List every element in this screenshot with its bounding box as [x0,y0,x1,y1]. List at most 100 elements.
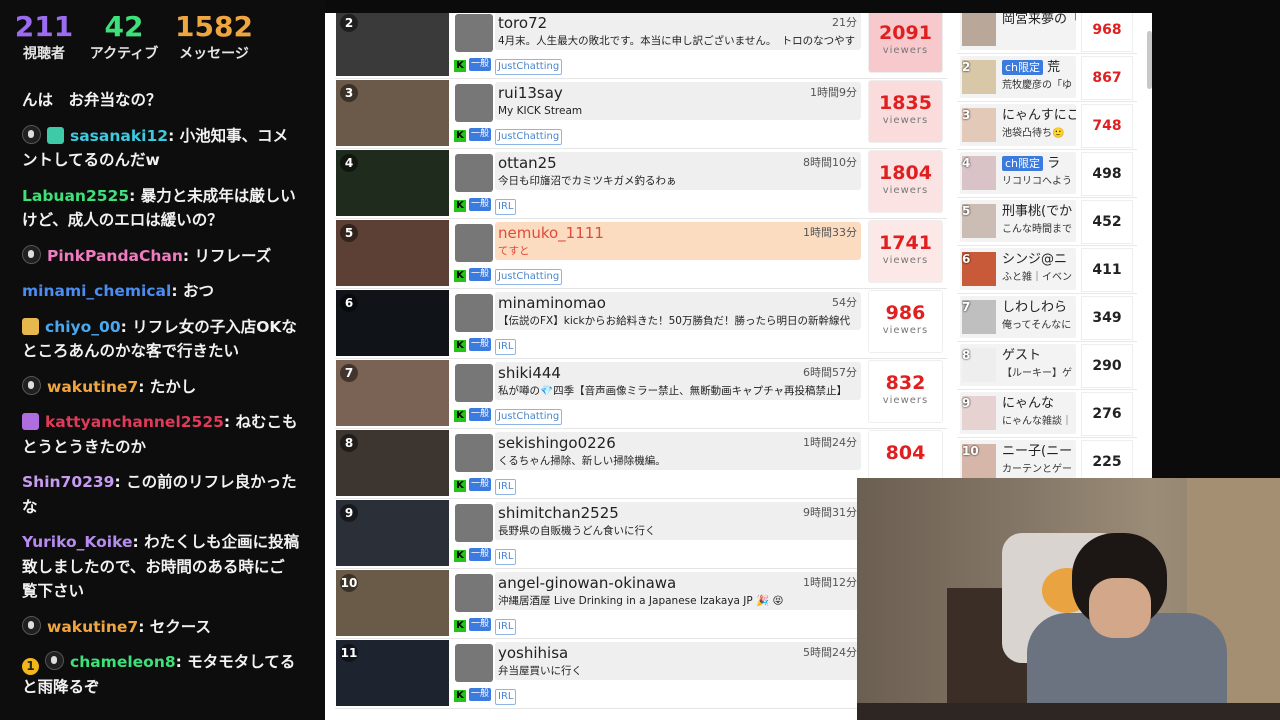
category-tag[interactable]: IRL [495,339,517,355]
ranking-card[interactable]: 4 ch限定 ラリコリコへよう [960,152,1076,194]
chat-username[interactable]: kattyanchannel2525 [45,413,224,431]
streamer-name[interactable]: minaminomao [498,294,606,312]
ranking-card[interactable]: 2 ch限定 荒荒牧慶彦の「ゆ [960,56,1076,98]
stream-row[interactable]: 11 K 一般 yoshihisa 5時間24分 弁当屋買いに行く IRL [335,638,947,709]
stream-info[interactable]: sekishingo0226 1時間24分 くるちゃん掃除、新しい掃除機編。 [495,432,861,470]
chat-username[interactable]: Labuan2525 [22,187,129,205]
stream-thumbnail[interactable]: 10 [336,570,449,636]
stream-info[interactable]: shimitchan2525 9時間31分 長野県の自販機うどん食いに行く [495,502,861,540]
chat-text: : おつ [171,282,214,300]
streamer-avatar[interactable] [455,364,493,402]
stream-row[interactable]: 8 K 一般 sekishingo0226 1時間24分 くるちゃん掃除、新しい掃除機編。… [335,428,947,499]
category-tag[interactable]: IRL [495,199,517,215]
chat-username[interactable]: minami_chemical [22,282,171,300]
streamer-name[interactable]: ottan25 [498,154,557,172]
ranking-card[interactable]: 岡宮来夢の「く [960,13,1076,50]
viewer-count: 1804 [879,162,932,184]
category-tag[interactable]: JustChatting [495,409,563,425]
stream-info[interactable]: rui13say 1時間9分 My KICK Stream [495,82,861,120]
stream-thumbnail[interactable]: 5 [336,220,449,286]
category-tag[interactable]: JustChatting [495,129,563,145]
category-tag[interactable]: IRL [495,479,517,495]
category-tag[interactable]: IRL [495,619,517,635]
stream-info[interactable]: toro72 21分 4月末。人生最大の敗北です。本当に申し訳ございません。 トロの… [495,13,861,50]
stream-thumbnail[interactable]: 8 [336,430,449,496]
chat-username[interactable]: chameleon8 [70,653,176,671]
viewer-label: viewers [882,45,929,56]
stream-thumbnail[interactable]: 6 [336,290,449,356]
streamer-avatar[interactable] [455,504,493,542]
stream-thumbnail[interactable]: 9 [336,500,449,566]
streamer-name[interactable]: shimitchan2525 [498,504,619,522]
ranking-row[interactable]: 6 シンジ@ニ ふと雑｜イベン 411 [957,245,1137,294]
stream-row[interactable]: 10 K 一般 angel-ginowan-okinawa 1時間12分 沖縄居酒屋 Li… [335,568,947,639]
stream-info[interactable]: shiki444 6時間57分 私が噂の💎四季【音声画像ミラー禁止、無断動画キャプチ… [495,362,861,400]
ranking-name: ゲスト [1002,348,1042,363]
streamer-name[interactable]: sekishingo0226 [498,434,616,452]
stream-row[interactable]: 3 K 一般 rui13say 1時間9分 My KICK Stream JustChatt… [335,78,947,149]
category-tag[interactable]: IRL [495,689,517,705]
chat-username[interactable]: Shin70239 [22,473,114,491]
stream-row[interactable]: 7 K 一般 shiki444 6時間57分 私が噂の💎四季【音声画像ミラー禁止、無断動画… [335,358,947,429]
streamer-avatar[interactable] [455,574,493,612]
ranking-row[interactable]: 岡宮来夢の「く 968 [957,13,1137,54]
ranking-card[interactable]: 10 ニー子(ニー カーテンとゲー [960,440,1076,482]
ranking-card[interactable]: 7 しわしわら 俺ってそんなに [960,296,1076,338]
streamer-avatar[interactable] [455,434,493,472]
stream-thumbnail[interactable]: 3 [336,80,449,146]
ranking-card[interactable]: 9 にゃんな にゃんな雑談｜ [960,392,1076,434]
stream-row[interactable]: 5 K 一般 nemuko_1111 1時間33分 てすと JustChatting 1741… [335,218,947,289]
ranking-card[interactable]: 5 刑事桃(でか こんな時間まで [960,200,1076,242]
chat-username[interactable]: Yuriko_Koike [22,533,132,551]
ranking-row[interactable]: 8 ゲスト 【ルーキー】ゲ 290 [957,341,1137,390]
stream-row[interactable]: 4 K 一般 ottan25 8時間10分 今日も印旛沼でカミツキガメ釣るわぁ IRL 180… [335,148,947,219]
stream-row[interactable]: 6 K 一般 minaminomao 54分 【伝説のFX】kickからお給料きた！50万… [335,288,947,359]
stream-info[interactable]: ottan25 8時間10分 今日も印旛沼でカミツキガメ釣るわぁ [495,152,861,190]
streamer-name[interactable]: yoshihisa [498,644,568,662]
streamer-name[interactable]: shiki444 [498,364,561,382]
ranking-row[interactable]: 4 ch限定 ラリコリコへよう 498 [957,149,1137,198]
category-tag[interactable]: JustChatting [495,59,563,75]
chat-text: んは お弁当なの？ [22,91,162,109]
ranking-card[interactable]: 8 ゲスト 【ルーキー】ゲ [960,344,1076,386]
ranking-card[interactable]: 3 にゃんすにこ 池袋凸待ち🙂 [960,104,1076,146]
chat-username[interactable]: chiyo_00 [45,318,121,336]
streamer-avatar[interactable] [455,294,493,332]
ranking-row[interactable]: 3 にゃんすにこ 池袋凸待ち🙂 748 [957,101,1137,150]
stream-info[interactable]: angel-ginowan-okinawa 1時間12分 沖縄居酒屋 Live Dr… [495,572,861,610]
scrollbar[interactable] [1147,31,1152,89]
stream-thumbnail[interactable]: 11 [336,640,449,706]
category-tag[interactable]: IRL [495,549,517,565]
ranking-row[interactable]: 5 刑事桃(でか こんな時間まで 452 [957,197,1137,246]
ranking-card[interactable]: 6 シンジ@ニ ふと雑｜イベン [960,248,1076,290]
streamer-avatar[interactable] [455,644,493,682]
chat-message: wakutine7: セクース [22,615,300,640]
category-tag[interactable]: JustChatting [495,269,563,285]
streamer-avatar[interactable] [455,154,493,192]
streamer-name[interactable]: toro72 [498,14,547,32]
stream-duration: 1時間33分 [803,226,857,239]
stream-info[interactable]: yoshihisa 5時間24分 弁当屋買いに行く [495,642,861,680]
icon-one: 1 [22,658,39,675]
chat-username[interactable]: sasanaki12 [70,127,168,145]
ranking-row[interactable]: 2 ch限定 荒荒牧慶彦の「ゆ 867 [957,53,1137,102]
stream-title: くるちゃん掃除、新しい掃除機編。 [498,455,666,467]
streamer-avatar[interactable] [455,14,493,52]
ranking-row[interactable]: 9 にゃんな にゃんな雑談｜ 276 [957,389,1137,438]
ranking-row[interactable]: 7 しわしわら 俺ってそんなに 349 [957,293,1137,342]
chat-username[interactable]: wakutine7 [47,378,138,396]
streamer-name[interactable]: rui13say [498,84,563,102]
stream-info[interactable]: minaminomao 54分 【伝説のFX】kickからお給料きた！50万勝負だ！… [495,292,861,330]
stream-thumbnail[interactable]: 7 [336,360,449,426]
stream-row[interactable]: 2 K 一般 toro72 21分 4月末。人生最大の敗北です。本当に申し訳ございません。… [335,13,947,79]
streamer-name[interactable]: nemuko_1111 [498,224,604,242]
stream-thumbnail[interactable]: 4 [336,150,449,216]
stream-thumbnail[interactable]: 2 [336,13,449,76]
streamer-avatar[interactable] [455,224,493,262]
stream-row[interactable]: 9 K 一般 shimitchan2525 9時間31分 長野県の自販機うどん食いに行く I… [335,498,947,569]
chat-username[interactable]: PinkPandaChan [47,247,183,265]
stream-info[interactable]: nemuko_1111 1時間33分 てすと [495,222,861,260]
chat-username[interactable]: wakutine7 [47,618,138,636]
streamer-name[interactable]: angel-ginowan-okinawa [498,574,676,592]
streamer-avatar[interactable] [455,84,493,122]
